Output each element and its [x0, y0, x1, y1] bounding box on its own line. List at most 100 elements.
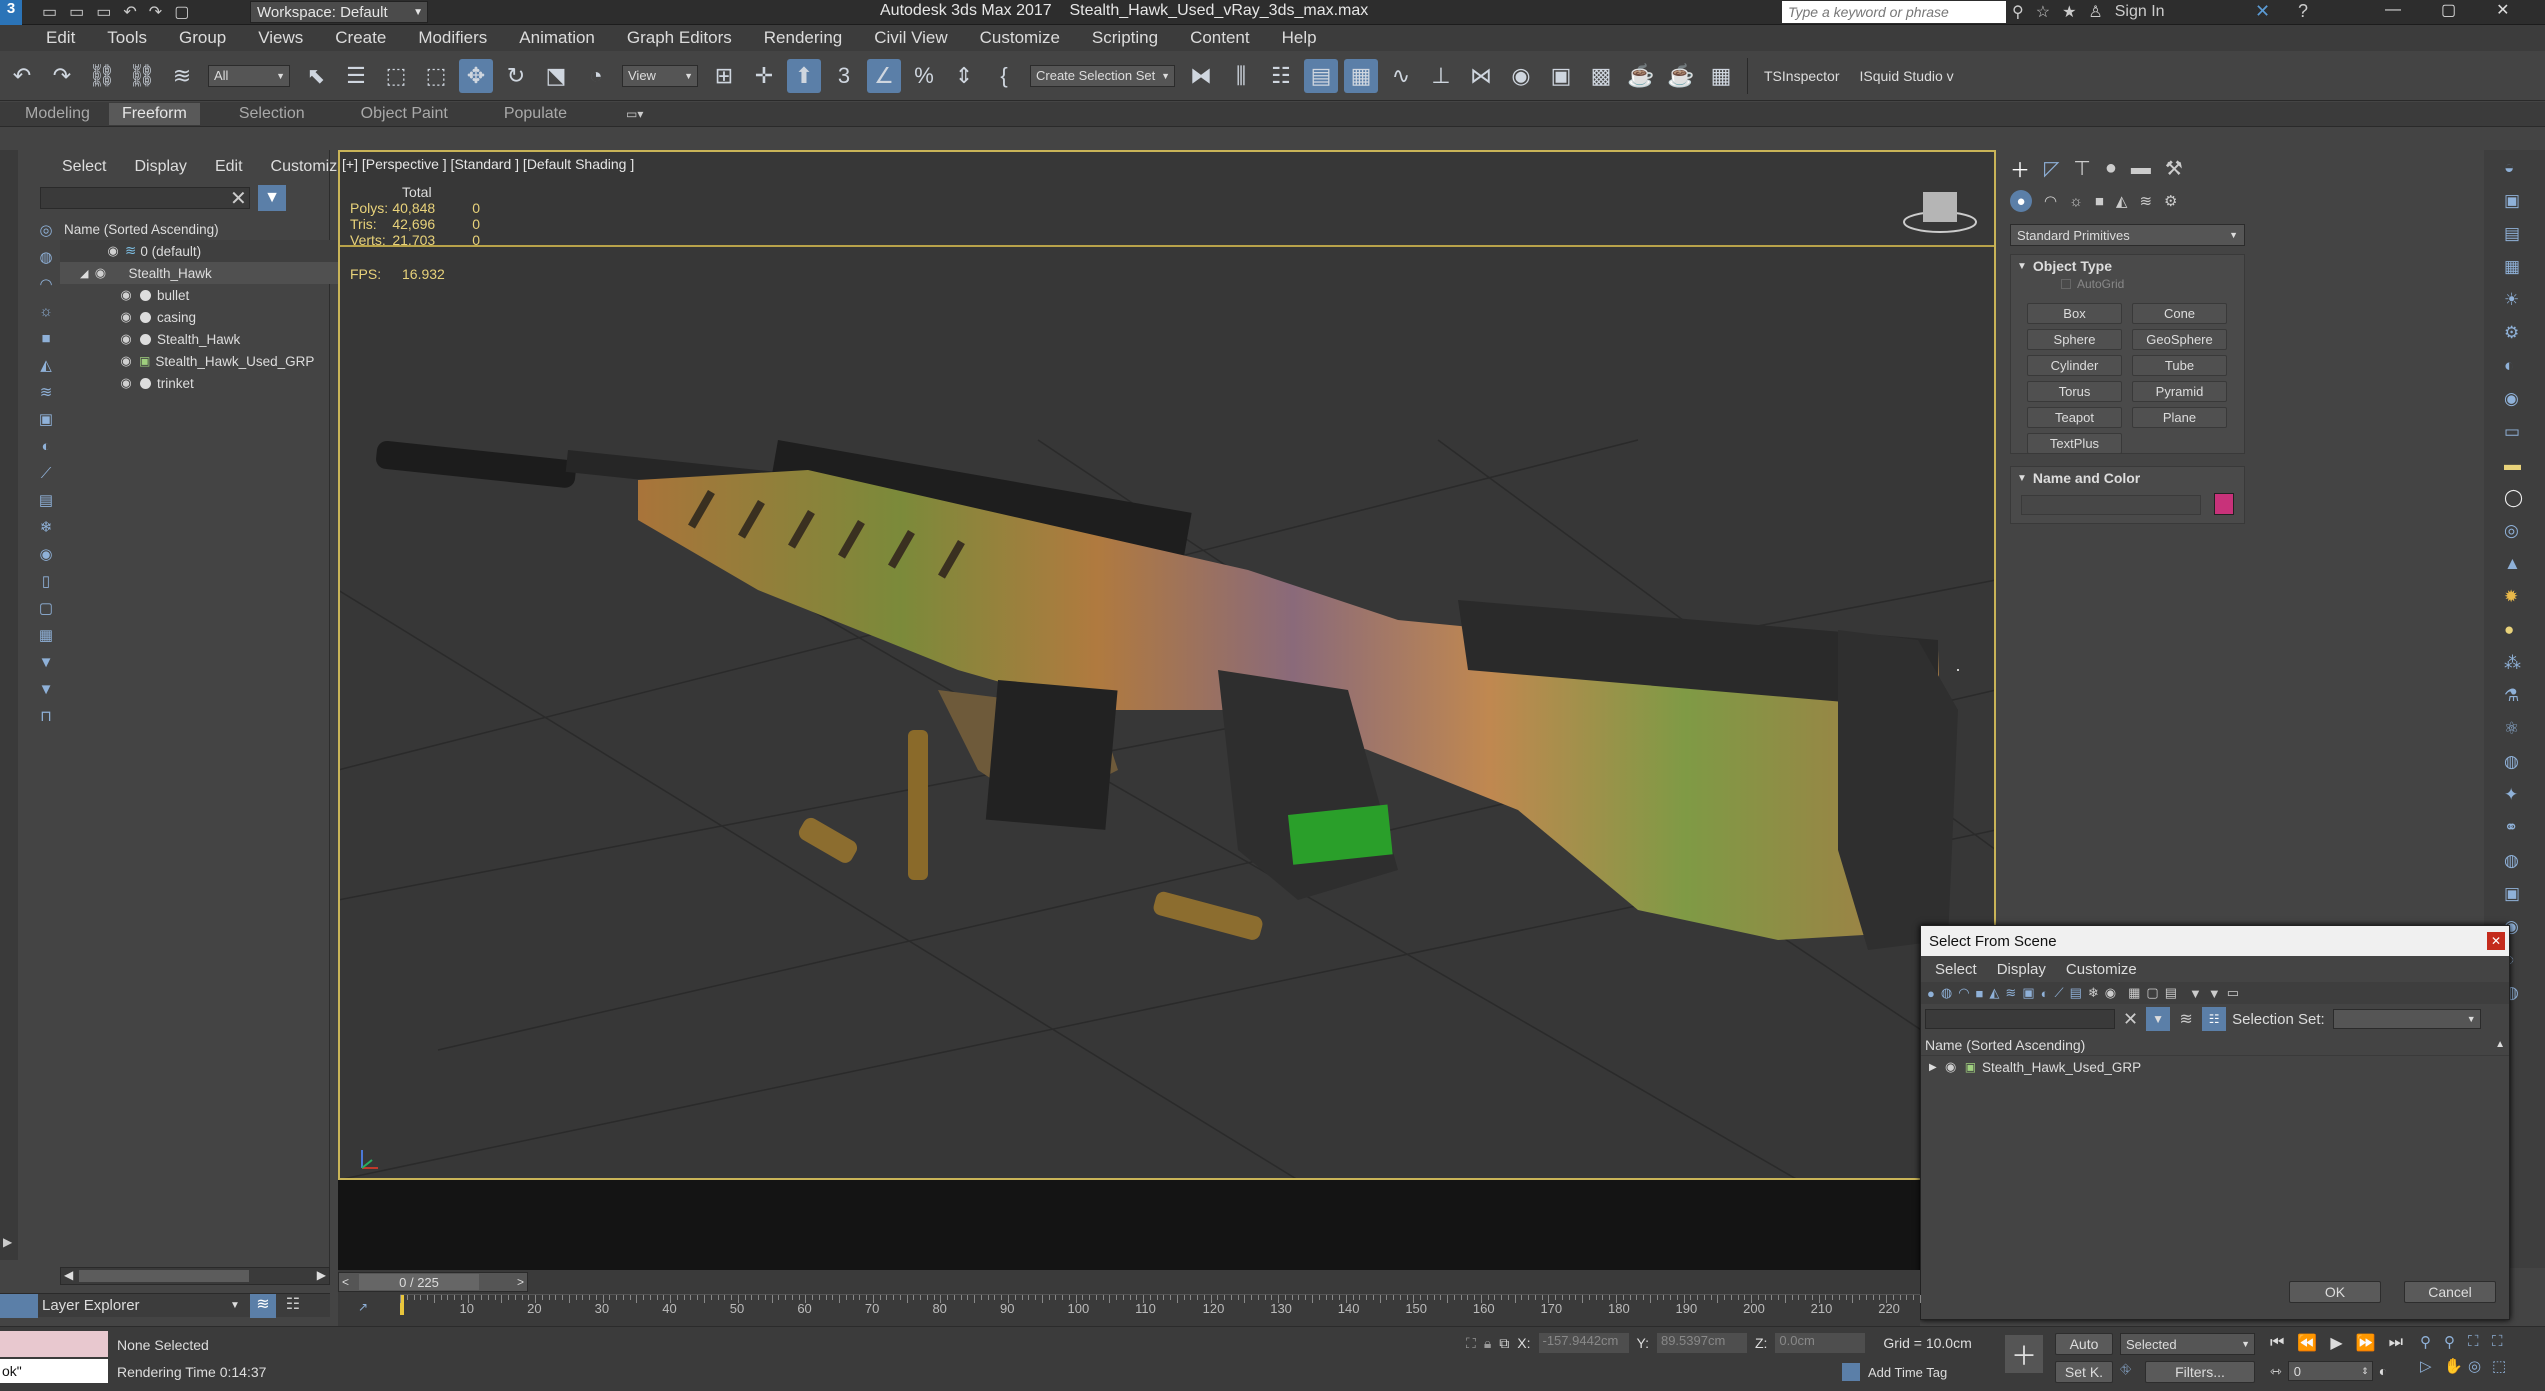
selection-set-icon[interactable]: ☷ — [2202, 1007, 2227, 1031]
plane-button[interactable]: Plane — [2132, 407, 2227, 428]
filter-spacewarps-icon[interactable]: ≋ — [2005, 985, 2016, 1001]
helper-filter-icon[interactable]: ◭ — [36, 355, 56, 375]
display-none-icon[interactable]: ◎ — [36, 220, 56, 240]
container-filter-icon[interactable]: ▤ — [36, 490, 56, 510]
maximize-viewport-icon[interactable]: ⬚ — [2492, 1357, 2516, 1375]
eye-icon[interactable]: ◉ — [92, 265, 108, 281]
sphere-button[interactable]: Sphere — [2027, 329, 2122, 350]
x-field[interactable]: -157.9442cm — [1538, 1333, 1629, 1353]
auto-key-button[interactable]: Auto — [2055, 1333, 2113, 1355]
tool-icon-1[interactable]: ◒ — [2504, 158, 2523, 178]
filter-funnel2-icon[interactable]: ▼ — [2208, 986, 2221, 1001]
key-mode-toggle-icon[interactable]: ⇿ — [2270, 1363, 2282, 1380]
select-object-icon[interactable]: ⬉ — [299, 59, 333, 93]
star-icon[interactable]: ★ — [2062, 2, 2076, 22]
render-cloud-icon[interactable]: ▦ — [1704, 59, 1738, 93]
render-production-icon[interactable]: ☕ — [1624, 59, 1658, 93]
angle-snap-icon[interactable]: ∠ — [867, 58, 901, 93]
curve-editor-icon[interactable]: ∿ — [1384, 59, 1418, 93]
time-tag[interactable]: Add Time Tag — [1842, 1363, 1947, 1381]
tool-icon-11[interactable]: ◯ — [2504, 488, 2523, 508]
tool-icon-8[interactable]: ◉ — [2504, 389, 2523, 409]
tool-icon-18[interactable]: ⚛ — [2504, 719, 2523, 739]
name-color-header[interactable]: ▼ Name and Color — [2011, 467, 2244, 489]
layer-explorer-icon[interactable]: ▤ — [1304, 58, 1338, 93]
selection-set-dropdown[interactable]: ▼ — [2332, 1009, 2481, 1029]
dialog-menu-select[interactable]: Select — [1925, 961, 1987, 978]
tree-header[interactable]: Name (Sorted Ascending) — [60, 218, 345, 240]
invert-display-icon[interactable]: ▤ — [2165, 985, 2177, 1001]
create-tab-icon[interactable]: ＋ — [2010, 154, 2030, 183]
maxscript-output[interactable]: ok" — [0, 1359, 108, 1383]
layer-toggle-icon[interactable]: ≋ — [249, 1293, 276, 1318]
systems-icon[interactable]: ⚙ — [2164, 192, 2177, 210]
dope-sheet-icon[interactable]: ⊥ — [1424, 59, 1458, 93]
pivot-center-icon[interactable]: ⊞ — [707, 59, 741, 93]
open-file-icon[interactable]: ▭ — [69, 2, 84, 22]
bookmark-icon[interactable]: ☆ — [2036, 2, 2050, 22]
tool-icon-10[interactable]: ▬ — [2504, 455, 2523, 475]
eye-icon[interactable]: ◉ — [105, 243, 121, 259]
tree-row-stealth-hawk-used-grp[interactable]: ◉ ▣ Stealth_Hawk_Used_GRP — [60, 350, 345, 372]
key-filters-button[interactable]: Filters... — [2145, 1361, 2255, 1383]
display-children-icon[interactable]: ▢ — [36, 598, 56, 618]
filter-hidden-icon[interactable]: ◉ — [2105, 985, 2116, 1001]
select-rotate-icon[interactable]: ↻ — [499, 59, 533, 93]
collapse-arrow-icon[interactable]: ◢ — [80, 267, 88, 280]
tool-icon-14[interactable]: ✹ — [2504, 587, 2523, 607]
box-button[interactable]: Box — [2027, 303, 2122, 324]
menu-tools[interactable]: Tools — [91, 28, 163, 48]
torus-button[interactable]: Torus — [2027, 381, 2122, 402]
spacewarps-icon[interactable]: ≋ — [2139, 192, 2152, 210]
tool-icon-12[interactable]: ◎ — [2504, 521, 2523, 541]
sync-selection-icon[interactable]: ⊓ — [36, 706, 56, 726]
chevron-down-icon[interactable]: ▼ — [230, 1300, 240, 1311]
spinner-snap-icon[interactable]: ⇕ — [947, 59, 981, 93]
current-frame-field[interactable]: 0 ⇕ — [2287, 1361, 2373, 1381]
menu-content[interactable]: Content — [1174, 28, 1266, 48]
selection-filter-dropdown[interactable]: All ▼ — [208, 64, 290, 87]
tree-row-trinket[interactable]: ◉ trinket — [60, 372, 345, 394]
scene-menu-select[interactable]: Select — [48, 158, 120, 176]
perspective-viewport[interactable]: [+] [Perspective ] [Standard ] [Default … — [338, 150, 1996, 1180]
binoculars-icon[interactable]: ⚲ — [2012, 2, 2024, 22]
expand-arrow-icon[interactable]: ▶ — [3, 1235, 12, 1249]
eye-icon[interactable]: ◉ — [118, 375, 134, 391]
dialog-titlebar[interactable]: Select From Scene ✕ — [1921, 926, 2509, 956]
pan-icon[interactable]: ✋ — [2444, 1357, 2468, 1375]
minimize-button[interactable]: — — [2385, 1, 2401, 19]
tab-populate[interactable]: Populate — [491, 103, 580, 125]
tool-icon-23[interactable]: ▣ — [2504, 884, 2523, 904]
align-icon[interactable]: ⫼ — [1224, 59, 1258, 93]
project-icon[interactable]: ▢ — [174, 2, 189, 22]
link-icon[interactable]: ⛓ — [85, 59, 119, 93]
tool-icon-21[interactable]: ⚭ — [2504, 818, 2523, 838]
menu-create[interactable]: Create — [319, 28, 402, 48]
menu-group[interactable]: Group — [163, 28, 242, 48]
scene-toggle-icon[interactable]: ☷ — [280, 1294, 306, 1318]
schematic-view-icon[interactable]: ⋈ — [1464, 59, 1498, 93]
tree-row-stealth-hawk-layer[interactable]: ◢ ◉ Stealth_Hawk — [60, 262, 345, 284]
isolate-icon[interactable]: ⛶ — [1466, 1335, 1476, 1352]
menu-civil-view[interactable]: Civil View — [858, 28, 963, 48]
clear-icon[interactable]: ✕ — [230, 186, 247, 211]
workspace-dropdown[interactable]: Workspace: Default ▼ — [250, 1, 428, 23]
percent-snap-icon[interactable]: % — [907, 59, 941, 93]
dialog-list-row[interactable]: ▶ ◉ ▣ Stealth_Hawk_Used_GRP — [1921, 1056, 2509, 1078]
isquid-studio-button[interactable]: ISquid Studio v — [1859, 68, 1953, 84]
menu-views[interactable]: Views — [242, 28, 319, 48]
tool-icon-5[interactable]: ☀ — [2504, 290, 2523, 310]
tree-row-default-layer[interactable]: ◉ ≋ 0 (default) — [60, 240, 345, 262]
undo-icon[interactable]: ↶ — [5, 59, 39, 93]
filter-cameras-icon[interactable]: ■ — [1976, 986, 1984, 1001]
scroll-left-icon[interactable]: ◀ — [64, 1268, 73, 1282]
tool-icon-22[interactable]: ◍ — [2504, 851, 2523, 871]
tool-icon-20[interactable]: ✦ — [2504, 785, 2523, 805]
eye-icon[interactable]: ◉ — [118, 331, 134, 347]
scene-menu-edit[interactable]: Edit — [201, 158, 257, 176]
scene-menu-display[interactable]: Display — [120, 158, 200, 176]
layers-icon[interactable]: ≋ — [2174, 1007, 2198, 1031]
eye-icon[interactable]: ◉ — [118, 309, 134, 325]
expand-arrow-icon[interactable]: ▶ — [1929, 1062, 1937, 1073]
tool-icon-2[interactable]: ▣ — [2504, 191, 2523, 211]
